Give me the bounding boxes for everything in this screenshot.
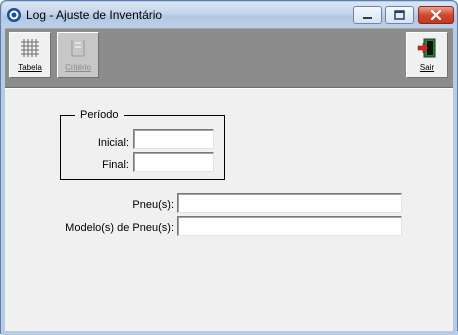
- minimize-icon: [363, 17, 372, 19]
- app-window: Log - Ajuste de Inventário Tabela Critér…: [0, 0, 458, 335]
- form-panel: Período Inicial: Final: Pneu(s): Modelo(…: [5, 88, 453, 332]
- period-group-title: Período: [75, 109, 124, 121]
- close-button[interactable]: [418, 6, 454, 24]
- minimize-button[interactable]: [353, 6, 382, 24]
- tabela-label: Tabela: [18, 63, 42, 72]
- final-date-input[interactable]: [133, 152, 214, 172]
- initial-date-label: Inicial:: [97, 137, 129, 149]
- window-bottom-border: [1, 331, 458, 335]
- final-date-label: Final:: [102, 159, 129, 171]
- grid-table-icon: [21, 39, 39, 57]
- maximize-icon: [394, 10, 405, 20]
- app-icon: [7, 8, 21, 22]
- exit-door-icon: [417, 38, 436, 58]
- tire-models-label: Modelo(s) de Pneu(s):: [65, 222, 174, 234]
- criterio-label: Critério: [65, 63, 91, 72]
- tires-input[interactable]: [177, 193, 402, 213]
- criteria-icon: [71, 40, 85, 57]
- criterio-button[interactable]: Critério: [57, 32, 99, 78]
- initial-date-input[interactable]: [133, 129, 214, 149]
- maximize-button[interactable]: [385, 6, 414, 24]
- tabela-button[interactable]: Tabela: [9, 32, 51, 78]
- sair-button[interactable]: Sair: [406, 32, 448, 78]
- window-title: Log - Ajuste de Inventário: [26, 8, 163, 22]
- sair-label: Sair: [419, 63, 435, 72]
- close-icon: [430, 9, 442, 21]
- title-bar[interactable]: Log - Ajuste de Inventário: [2, 2, 456, 28]
- tire-models-input[interactable]: [177, 216, 402, 236]
- tires-label: Pneu(s):: [132, 199, 174, 211]
- toolbar: Tabela Critério Sair: [5, 28, 453, 88]
